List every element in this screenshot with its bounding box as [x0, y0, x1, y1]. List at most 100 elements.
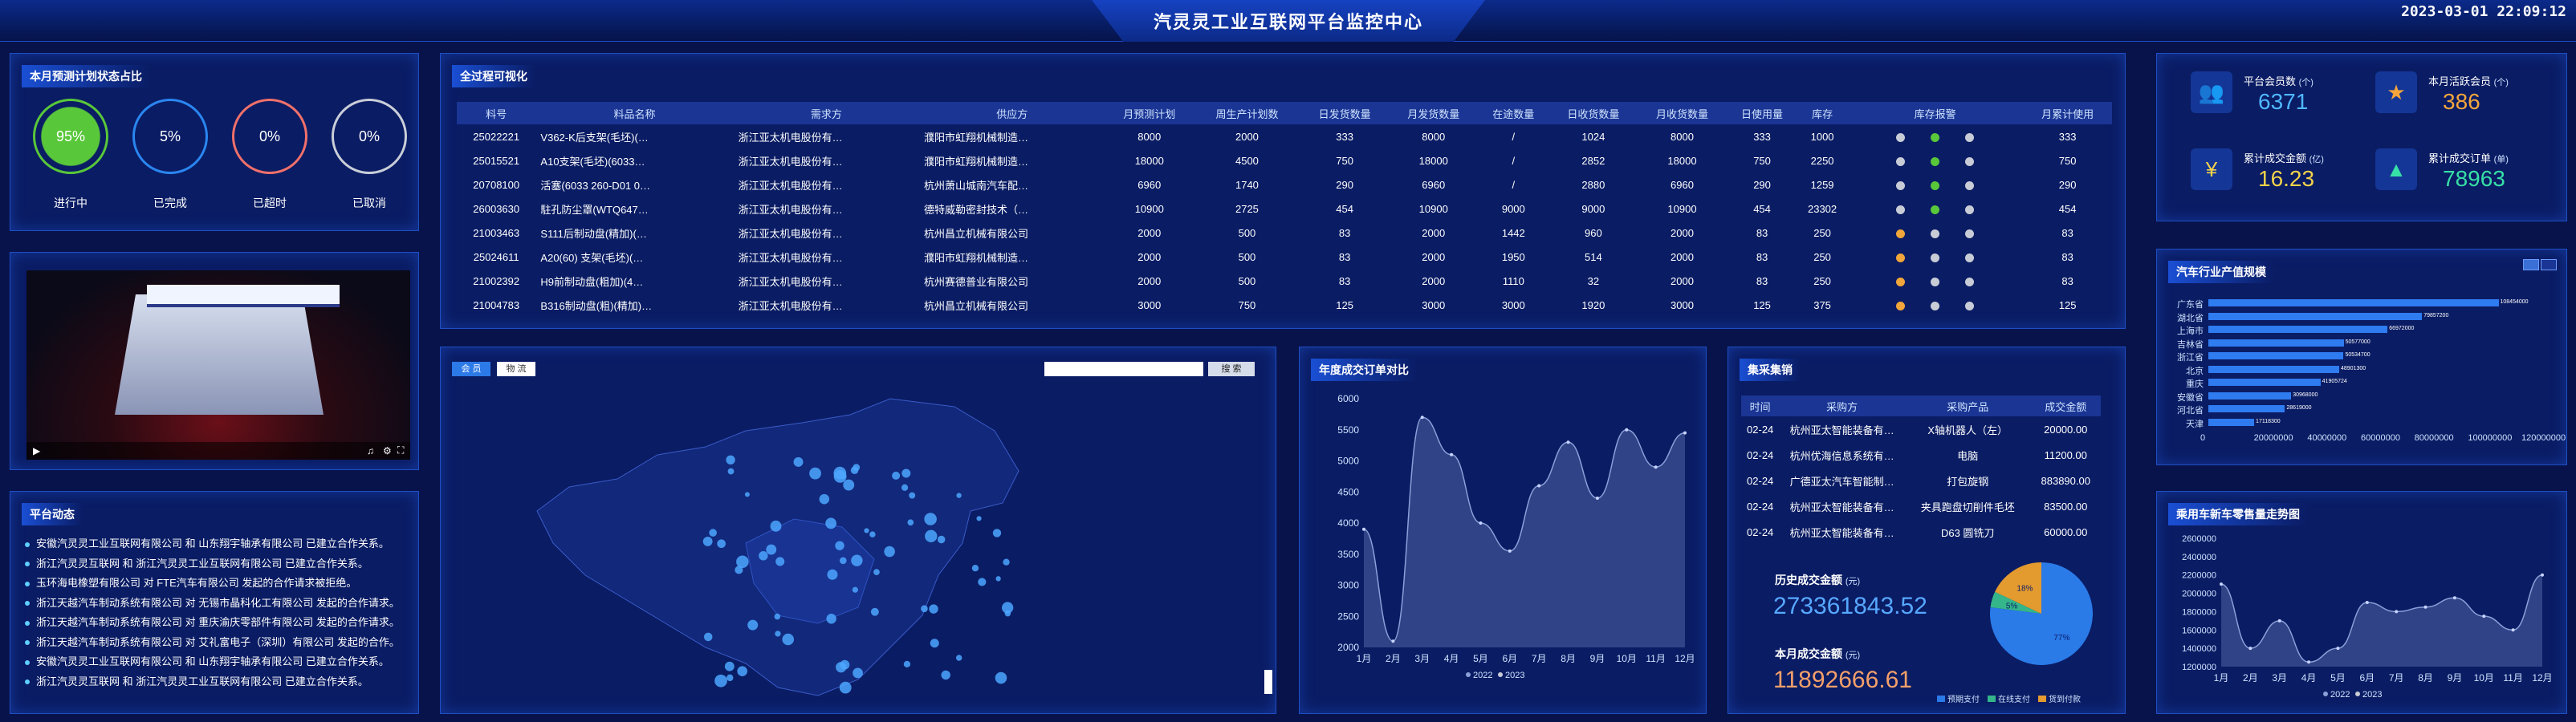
table-row[interactable]: 02-24 杭州亚太智能装备有… 夹具跑盘切削件毛坯 83500.00 [1741, 493, 2101, 519]
column-header: 采购产品 [1904, 395, 2031, 416]
volume-icon[interactable]: ♫ [367, 445, 374, 456]
kpi-panel: 👥 平台会员数 (个) 6371 ★ 本月活跃会员 (个) 386 ¥ 累计成交金额 (亿) 1… [2156, 53, 2567, 221]
table-cell: / [1512, 178, 1516, 191]
table-cell: 02-24 [1747, 525, 1774, 538]
news-item[interactable]: 浙江汽灵灵互联网 和 浙江汽灵灵工业互联网有限公司 已建立合作关系。 [25, 555, 410, 575]
gauge-label: 已取消 [352, 197, 386, 209]
table-row[interactable]: 21004783 B316制动盘(粗)(精加)… 浙江亚太机电股份有… 杭州昌立机械有… [457, 293, 2112, 317]
table-cell: 750 [2058, 154, 2077, 167]
retail-panel: 乘用车新车零售量走势图 2600000 2400000 2200000 2000000… [2156, 491, 2567, 714]
status-dot-icon [1965, 229, 1975, 238]
map-marker [929, 604, 938, 614]
bar [2208, 418, 2255, 426]
news-item[interactable]: 玉环海电橡塑有限公司 对 FTE汽车有限公司 发起的合作请求被拒绝。 [25, 574, 410, 594]
table-row[interactable]: 26003630 駐孔防尘罩(WTQ647… 浙江亚太机电股份有… 德特威勒密封技术（… [457, 197, 2112, 221]
table-row[interactable]: 21003463 S111后制动盘(精加)(… 浙江亚太机电股份有… 杭州昌立机械有限… [457, 221, 2112, 245]
bar [2208, 365, 2339, 373]
map-marker [930, 639, 939, 648]
column-header: 料品名称 [535, 102, 734, 124]
table-cell: 83 [1338, 226, 1351, 239]
view-toggle-list[interactable] [2523, 259, 2539, 270]
x-tick-label: 3月 [2272, 672, 2287, 683]
table-row[interactable]: 25015521 A10支架(毛坯)(6033… 浙江亚太机电股份有… 濮阳市虹翔机械… [457, 148, 2112, 172]
tab-members[interactable]: 会 员 [452, 362, 490, 376]
news-text: 浙江汽灵灵互联网 和 浙江汽灵灵工业互联网有限公司 已建立合作关系。 [36, 675, 368, 688]
bullet-icon [25, 659, 30, 665]
news-item[interactable]: 浙江天越汽车制动系统有限公司 对 重庆渝庆零部件有限公司 发起的合作请求。 [25, 614, 410, 634]
stock-alarm-cell [1847, 245, 2023, 269]
map-marker [901, 468, 911, 478]
fullscreen-icon[interactable]: ⛶ [397, 444, 404, 456]
x-tick-label: 1月 [1357, 653, 1372, 664]
map-marker [995, 576, 1001, 582]
y-tick-label: 2200000 [2182, 571, 2216, 581]
bar-category-label: 吉林省 [2177, 339, 2204, 350]
news-item[interactable]: 浙江天越汽车制动系统有限公司 对 艾礼富电子（深圳）有限公司 发起的合作。 [25, 634, 410, 654]
data-point [2307, 660, 2311, 664]
map-marker [747, 619, 759, 631]
map-marker [770, 520, 782, 532]
settings-icon[interactable]: ⚙ [383, 445, 392, 456]
column-header: 日发货数量 [1300, 102, 1390, 124]
table-cell: 83 [2061, 250, 2073, 263]
table-cell: 广德亚太汽车智能制… [1789, 475, 1894, 488]
table-cell: 2000 [1137, 250, 1162, 263]
map-marker [851, 554, 863, 566]
table-cell: A10支架(毛坯)(6033… [540, 155, 645, 168]
table-cell: 杭州昌立机械有限公司 [924, 227, 1029, 240]
stock-alarm-cell [1847, 269, 2023, 293]
y-tick-label: 1200000 [2182, 663, 2216, 672]
legend-label: 2022 [1473, 671, 1492, 680]
bullet-icon [25, 581, 30, 586]
exhibition-video[interactable]: ▶ ♫ ⚙ ⛶ [26, 270, 410, 460]
bullet-icon [25, 640, 30, 646]
table-cell: 290 [1336, 178, 1353, 191]
bar-value-label: 50534700 [2345, 352, 2370, 358]
table-row[interactable]: 20708100 活塞(6033 260-D01 0… 浙江亚太机电股份有… 杭州萧山… [457, 172, 2112, 197]
news-item[interactable]: 安徽汽灵灵工业互联网有限公司 和 山东翔宇轴承有限公司 已建立合作关系。 [25, 653, 410, 673]
data-point [1479, 521, 1483, 525]
table-cell: 26003630 [473, 202, 520, 215]
table-cell: 4500 [1235, 154, 1259, 167]
users-icon: 👥 [2191, 71, 2232, 113]
bar [2208, 391, 2292, 400]
china-map[interactable] [441, 383, 1276, 712]
table-row[interactable]: 02-24 广德亚太汽车智能制… 打包旋钢 883890.00 [1741, 468, 2101, 493]
tab-logistics[interactable]: 物 流 [497, 362, 535, 376]
map-marker [925, 529, 938, 542]
map-search-input[interactable] [1044, 362, 1203, 376]
news-item[interactable]: 浙江汽灵灵互联网 和 浙江汽灵灵工业互联网有限公司 已建立合作关系。 [25, 673, 410, 693]
legend-label: 在线支付 [1998, 696, 2030, 704]
panel-title: 平台动态 [22, 503, 83, 525]
bullet-icon [25, 542, 30, 547]
view-toggle-chart[interactable] [2541, 259, 2557, 270]
x-tick-label: 20000000 [2253, 433, 2293, 443]
bar-value-label: 66972000 [2389, 326, 2415, 331]
table-row[interactable]: 21002392 H9前制动盘(粗加)(4… 浙江亚太机电股份有… 杭州赛德普业有限公… [457, 269, 2112, 293]
map-marker [971, 565, 979, 572]
news-item[interactable]: 安徽汽灵灵工业互联网有限公司 和 山东翔宇轴承有限公司 已建立合作关系。 [25, 535, 410, 555]
stock-alarm-cell [1847, 293, 2023, 317]
table-cell: 2250 [1810, 154, 1834, 167]
table-cell: 02-24 [1747, 423, 1774, 436]
data-point [2452, 596, 2456, 600]
news-item[interactable]: 浙江天越汽车制动系统有限公司 对 无锡市晶科化工有限公司 发起的合作请求。 [25, 594, 410, 615]
table-cell: 6960 [1671, 178, 1694, 191]
table-cell: 濮阳市虹翔机械制造… [924, 251, 1029, 264]
data-point [1683, 431, 1687, 435]
table-row[interactable]: 25024611 A20(60) 支架(毛坯)(… 浙江亚太机电股份有… 濮阳市虹翔机… [457, 245, 2112, 269]
table-row[interactable]: 02-24 杭州优海信息系统有… 电脑 11200.00 [1741, 442, 2101, 468]
table-row[interactable]: 02-24 杭州亚太智能装备有… X轴机器人（左） 20000.00 [1741, 416, 2101, 442]
news-text: 安徽汽灵灵工业互联网有限公司 和 山东翔宇轴承有限公司 已建立合作关系。 [36, 655, 389, 667]
x-tick-label: 80000000 [2414, 433, 2454, 443]
table-cell: 83 [1756, 250, 1768, 263]
x-tick-label: 4月 [2301, 672, 2317, 683]
table-cell: 3000 [1501, 298, 1525, 311]
stock-alarm-cell [1847, 172, 2023, 197]
table-row[interactable]: 25022221 V362-K后支架(毛坯)(… 浙江亚太机电股份有… 濮阳市虹翔机械… [457, 124, 2112, 148]
play-icon[interactable]: ▶ [33, 445, 40, 456]
news-text: 浙江汽灵灵互联网 和 浙江汽灵灵工业互联网有限公司 已建立合作关系。 [36, 557, 368, 570]
scroll-handle[interactable] [1264, 670, 1272, 694]
search-button[interactable]: 搜 索 [1208, 362, 1255, 376]
table-cell: 浙江亚太机电股份有… [738, 299, 843, 312]
